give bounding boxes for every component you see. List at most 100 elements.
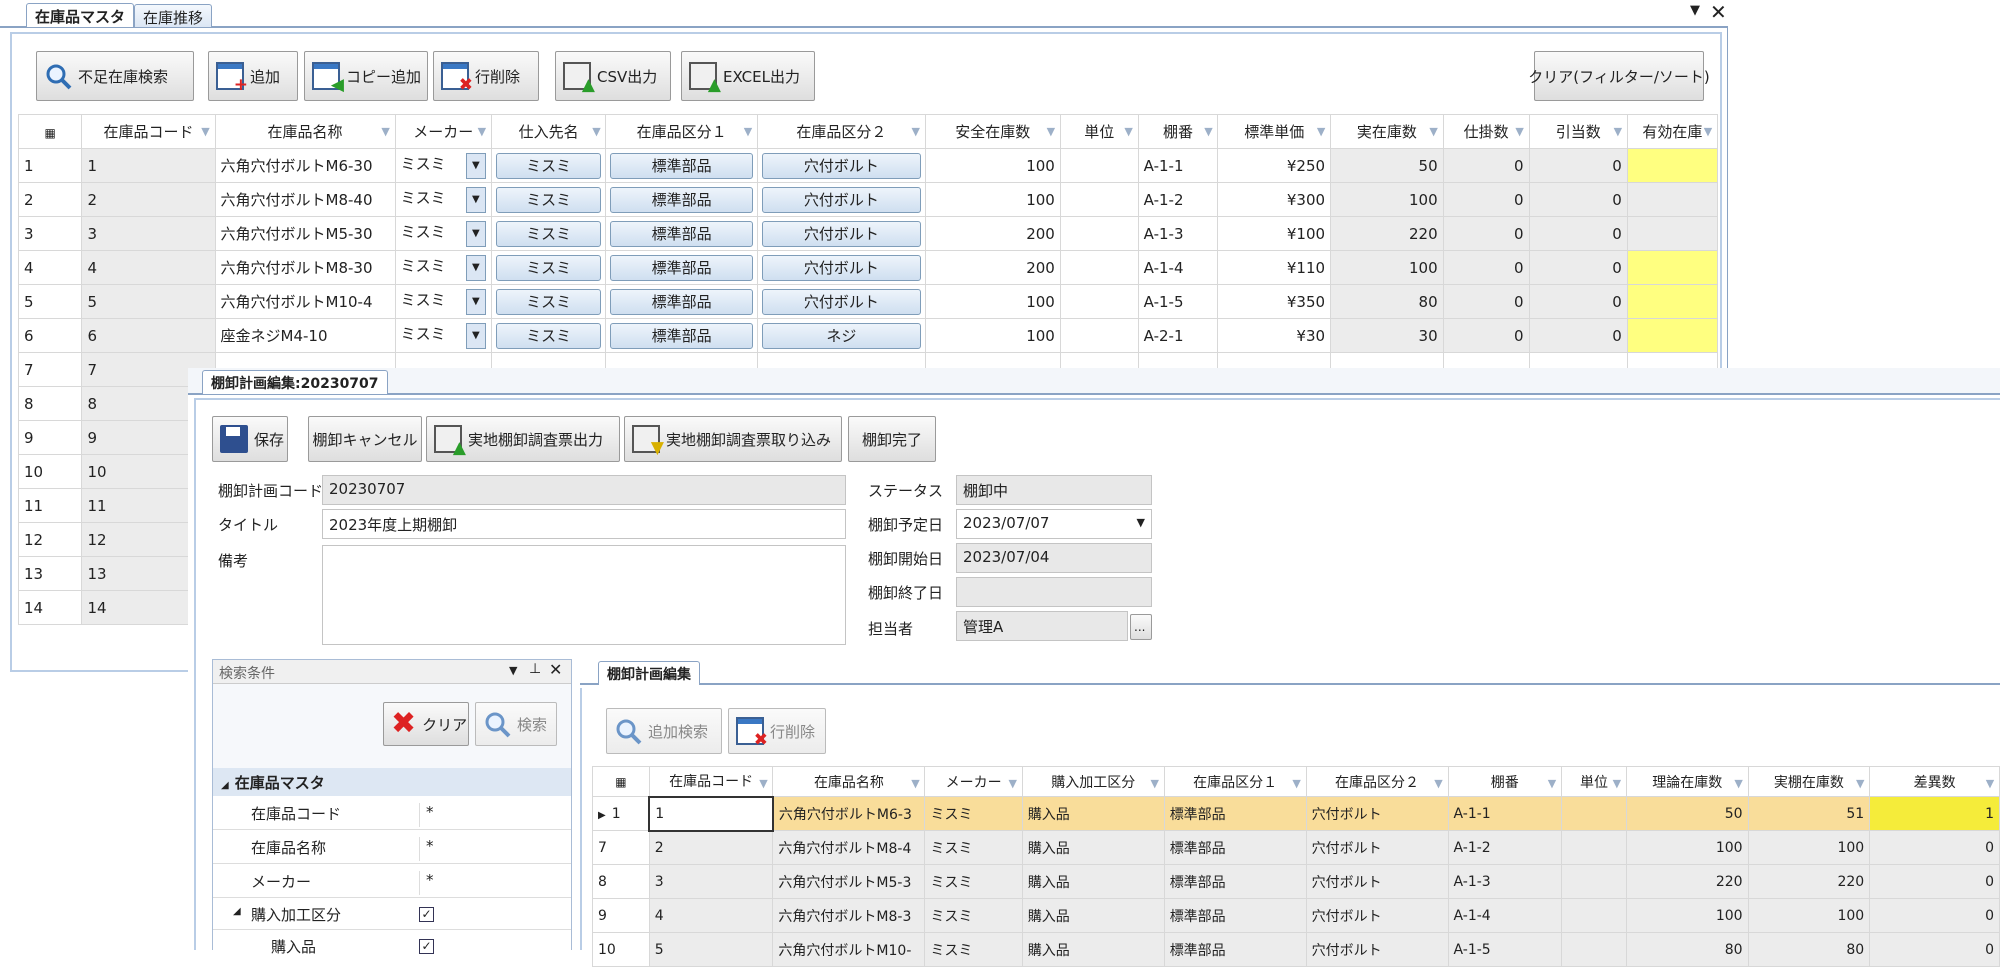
- cat1-button[interactable]: 標準部品: [610, 254, 753, 281]
- purchase-kind-checkbox[interactable]: ✓: [419, 907, 434, 922]
- filter-icon[interactable]: ▼: [1854, 777, 1866, 790]
- plan-row-header-corner[interactable]: ▦: [592, 766, 650, 797]
- maker-dropdown-icon[interactable]: ▼: [465, 322, 486, 349]
- cat1-cell[interactable]: 標準部品: [605, 318, 758, 353]
- column-header[interactable]: メーカー ▼: [394, 114, 492, 149]
- row-number[interactable]: 5: [17, 284, 83, 319]
- cat2-cell[interactable]: 穴付ボルト: [756, 250, 926, 285]
- row-number[interactable]: 2: [17, 182, 83, 217]
- cat1-cell[interactable]: 標準部品: [605, 216, 758, 251]
- cat2-button[interactable]: 穴付ボルト: [761, 152, 921, 179]
- close-panel-icon[interactable]: ✕: [549, 660, 562, 679]
- filter-icon[interactable]: ▼: [910, 125, 922, 138]
- column-header[interactable]: 在庫品コード ▼: [81, 114, 216, 149]
- column-header[interactable]: 引当数 ▼: [1528, 114, 1628, 149]
- table-row[interactable]: 4 4 六角穴付ボルトM8-30 ▼ ミスミ ミスミ 標準部品 穴付ボルト 200 A-1-4 ¥1…: [17, 250, 1719, 285]
- survey-sheet-export-button[interactable]: ▲ 実地棚卸調査票出力: [426, 416, 620, 462]
- cat2-cell[interactable]: ネジ: [756, 318, 926, 353]
- filter-icon[interactable]: ▼: [1702, 125, 1714, 138]
- column-header[interactable]: 標準単価 ▼: [1217, 114, 1332, 149]
- theory-stock-cell[interactable]: 100: [1625, 830, 1749, 865]
- dropdown-icon[interactable]: ▼: [1690, 3, 1700, 18]
- shelf-cell[interactable]: A-1-3: [1137, 216, 1219, 251]
- filter-icon[interactable]: ▼: [476, 125, 488, 138]
- row-number[interactable]: ▶ 1: [592, 796, 650, 831]
- row-number[interactable]: 12: [17, 522, 83, 557]
- supplier-cell[interactable]: ミスミ: [490, 250, 607, 285]
- filter-icon[interactable]: ▼: [1546, 777, 1558, 790]
- column-header[interactable]: 在庫品区分２ ▼: [756, 114, 926, 149]
- save-button[interactable]: 保存: [212, 416, 288, 462]
- unit-cell[interactable]: [1561, 864, 1627, 899]
- filter-icon[interactable]: ▼: [1984, 777, 1996, 790]
- code-cell[interactable]: 2: [81, 182, 216, 217]
- cat2-cell[interactable]: 穴付ボルト: [1305, 898, 1449, 933]
- search-button[interactable]: 検索: [475, 702, 557, 746]
- supplier-button[interactable]: ミスミ: [495, 288, 602, 315]
- code-cell[interactable]: 3: [81, 216, 216, 251]
- chevron-down-icon[interactable]: ▼: [1137, 516, 1145, 529]
- complete-inventory-button[interactable]: 棚卸完了: [848, 416, 936, 462]
- filter-icon[interactable]: ▼: [1315, 125, 1327, 138]
- code-cell[interactable]: 3: [648, 864, 774, 899]
- cat2-cell[interactable]: 穴付ボルト: [1305, 796, 1449, 831]
- cat2-cell[interactable]: 穴付ボルト: [1305, 830, 1449, 865]
- owner-select-button[interactable]: ...: [1130, 614, 1152, 640]
- column-header[interactable]: 実在庫数 ▼: [1330, 114, 1444, 149]
- code-cell[interactable]: 4: [81, 250, 216, 285]
- code-cell[interactable]: 2: [648, 830, 774, 865]
- maker-cell[interactable]: ミスミ: [924, 898, 1023, 933]
- maker-cell[interactable]: ミスミ: [924, 864, 1023, 899]
- cat2-cell[interactable]: 穴付ボルト: [756, 148, 926, 183]
- row-number[interactable]: 8: [592, 864, 650, 899]
- row-header-corner[interactable]: ▦: [17, 114, 83, 149]
- allocated-cell[interactable]: 0: [1528, 216, 1628, 251]
- table-row[interactable]: 3 3 六角穴付ボルトM5-30 ▼ ミスミ ミスミ 標準部品 穴付ボルト 200 A-1-3 ¥1…: [17, 216, 1719, 251]
- row-number[interactable]: 13: [17, 556, 83, 591]
- filter-icon[interactable]: ▼: [1612, 125, 1624, 138]
- pin-icon[interactable]: ⊥: [529, 661, 541, 677]
- table-row[interactable]: 7 2 六角穴付ボルトM8-4 ミスミ 購入品 標準部品 穴付ボルト A-1-2 100 100 0: [592, 830, 2000, 865]
- inner-delete-row-button[interactable]: ✖ 行削除: [728, 708, 826, 754]
- tab-inventory-plan-edit[interactable]: 棚卸計画編集:20230707: [202, 370, 388, 394]
- shelf-cell[interactable]: A-1-4: [1137, 250, 1219, 285]
- actual-stock-cell[interactable]: 100: [1747, 830, 1871, 865]
- table-row[interactable]: 6 6 座金ネジM4-10 ▼ ミスミ ミスミ 標準部品 ネジ 100 A-2-1 ¥30 30 0 0: [17, 318, 1719, 353]
- cat1-cell[interactable]: 標準部品: [605, 250, 758, 285]
- wip-cell[interactable]: 0: [1442, 318, 1530, 353]
- cat1-cell[interactable]: 標準部品: [605, 182, 758, 217]
- wip-cell[interactable]: 0: [1442, 284, 1530, 319]
- shelf-cell[interactable]: A-2-1: [1137, 318, 1219, 353]
- delete-row-button[interactable]: ✖ 行削除: [433, 51, 539, 101]
- add-search-button[interactable]: 追加検索: [606, 708, 722, 754]
- filter-icon[interactable]: ▼: [757, 777, 769, 790]
- safety-stock-cell[interactable]: 100: [924, 318, 1061, 353]
- supplier-button[interactable]: ミスミ: [495, 254, 602, 281]
- unit-cell[interactable]: [1059, 148, 1139, 183]
- name-cell[interactable]: 六角穴付ボルトM5-3: [772, 864, 926, 899]
- clear-filter-sort-button[interactable]: クリア(フィルター/ソート): [1528, 51, 1710, 101]
- wip-cell[interactable]: 0: [1442, 250, 1530, 285]
- maker-cell[interactable]: ▼ ミスミ: [394, 250, 492, 285]
- cat1-button[interactable]: 標準部品: [610, 220, 753, 247]
- name-cell[interactable]: 座金ネジM4-10: [214, 318, 396, 353]
- search-field-value[interactable]: *: [419, 803, 569, 827]
- purchase-kind-cell[interactable]: 購入品: [1021, 830, 1165, 865]
- maker-dropdown-icon[interactable]: ▼: [465, 152, 486, 179]
- column-header[interactable]: 仕入先名 ▼: [490, 114, 607, 149]
- filter-icon[interactable]: ▼: [742, 125, 754, 138]
- wip-cell[interactable]: 0: [1442, 182, 1530, 217]
- shelf-cell[interactable]: A-1-2: [1447, 830, 1563, 865]
- allocated-cell[interactable]: 0: [1528, 318, 1628, 353]
- purchase-kind-cell[interactable]: 購入品: [1021, 864, 1165, 899]
- cat1-cell[interactable]: 標準部品: [1163, 830, 1307, 865]
- cat2-cell[interactable]: 穴付ボルト: [1305, 864, 1449, 899]
- row-number[interactable]: 7: [17, 352, 83, 387]
- unit-cell[interactable]: [1561, 796, 1627, 831]
- note-textarea[interactable]: [322, 545, 846, 645]
- maker-dropdown-icon[interactable]: ▼: [465, 288, 486, 315]
- filter-icon[interactable]: ▼: [1149, 777, 1161, 790]
- wip-cell[interactable]: 0: [1442, 148, 1530, 183]
- name-cell[interactable]: 六角穴付ボルトM6-3: [772, 796, 926, 831]
- stock-cell[interactable]: 30: [1330, 318, 1444, 353]
